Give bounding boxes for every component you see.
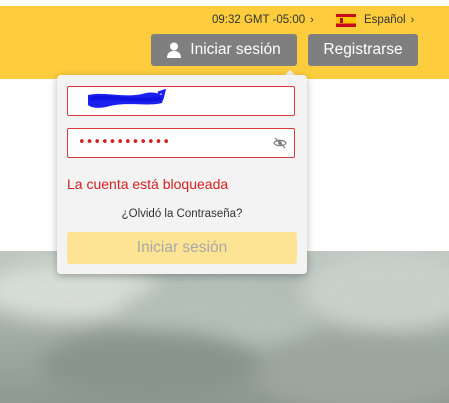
time-display[interactable]: 09:32 GMT -05:00 › <box>212 12 314 28</box>
submit-login-button[interactable]: Iniciar sesión <box>67 232 297 264</box>
login-button[interactable]: Iniciar sesión <box>151 34 297 66</box>
chevron-right-icon: › <box>410 14 415 26</box>
submit-login-label: Iniciar sesión <box>136 239 228 256</box>
forgot-password-link[interactable]: ¿Olvidó la Contraseña? <box>57 208 307 220</box>
login-button-label: Iniciar sesión <box>190 41 281 58</box>
eye-hidden-icon[interactable] <box>273 137 287 149</box>
password-mask: •••••••••••• <box>78 135 171 150</box>
error-message: La cuenta está bloqueada <box>67 176 229 192</box>
timezone-label: GMT -05:00 <box>243 14 306 26</box>
spain-flag-icon <box>336 13 356 27</box>
site-header: 09:32 GMT -05:00 › Español › Iniciar ses… <box>0 6 449 79</box>
chevron-right-icon: › <box>310 14 314 26</box>
redacted-scribble <box>88 89 166 108</box>
register-button-label: Registrarse <box>323 41 403 58</box>
register-button[interactable]: Registrarse <box>308 34 418 66</box>
language-label: Español <box>364 14 406 26</box>
password-field[interactable]: •••••••••••• <box>67 128 295 158</box>
login-popup: •••••••••••• La cuenta está bloqueada ¿O… <box>57 75 307 274</box>
clock-time: 09:32 <box>212 14 241 26</box>
language-selector[interactable]: Español › <box>336 12 414 28</box>
user-icon <box>167 42 182 58</box>
username-field[interactable] <box>67 86 295 116</box>
